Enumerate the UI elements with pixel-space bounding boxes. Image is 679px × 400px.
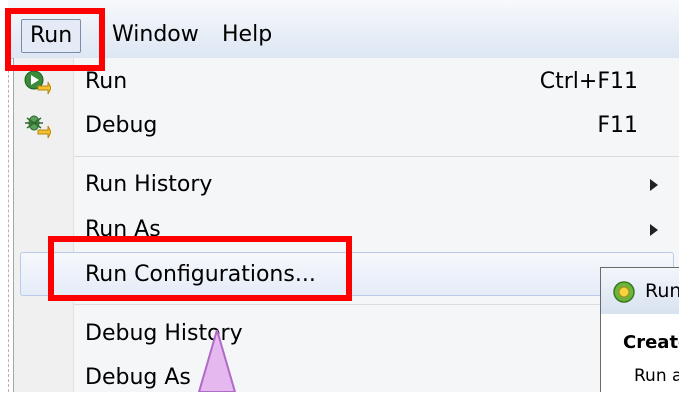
dialog-title: Run bbox=[645, 280, 679, 302]
menu-bar: Run Window Help bbox=[8, 0, 679, 59]
annotation-box-run-menu bbox=[5, 8, 105, 71]
run-configurations-dialog: Run Create Run a bbox=[600, 267, 679, 393]
menu-item-run-history[interactable]: Run History bbox=[14, 163, 679, 207]
dialog-description: Run a bbox=[634, 366, 679, 386]
menu-window[interactable]: Window bbox=[104, 19, 207, 53]
menu-item-label: Debug bbox=[85, 113, 158, 138]
menu-separator bbox=[74, 156, 679, 157]
run-dropdown-menu: Run Ctrl+F11 Debug F11 Run History Run A… bbox=[13, 58, 679, 392]
shortcut-label: Ctrl+F11 bbox=[539, 69, 638, 94]
submenu-arrow-icon bbox=[650, 224, 658, 236]
annotation-box-run-configurations bbox=[48, 236, 352, 301]
dialog-heading: Create bbox=[623, 332, 679, 353]
menu-item-label: Run History bbox=[85, 172, 213, 197]
run-icon bbox=[24, 70, 51, 95]
menu-item-debug[interactable]: Debug F11 bbox=[14, 104, 679, 148]
run-configurations-icon bbox=[613, 281, 635, 303]
menu-item-debug-history[interactable]: Debug History bbox=[14, 312, 679, 356]
menu-item-run[interactable]: Run Ctrl+F11 bbox=[14, 60, 679, 104]
debug-icon bbox=[25, 115, 51, 139]
submenu-arrow-icon bbox=[650, 179, 658, 191]
menu-separator bbox=[74, 304, 679, 305]
annotation-arrow-icon bbox=[197, 330, 237, 392]
menu-item-label: Debug As bbox=[85, 365, 191, 390]
shortcut-label: F11 bbox=[597, 113, 638, 138]
menu-help[interactable]: Help bbox=[214, 19, 280, 53]
menu-item-debug-as[interactable]: Debug As bbox=[14, 356, 679, 400]
dialog-body: Create Run a bbox=[601, 314, 679, 393]
dialog-title-bar: Run bbox=[601, 268, 679, 315]
